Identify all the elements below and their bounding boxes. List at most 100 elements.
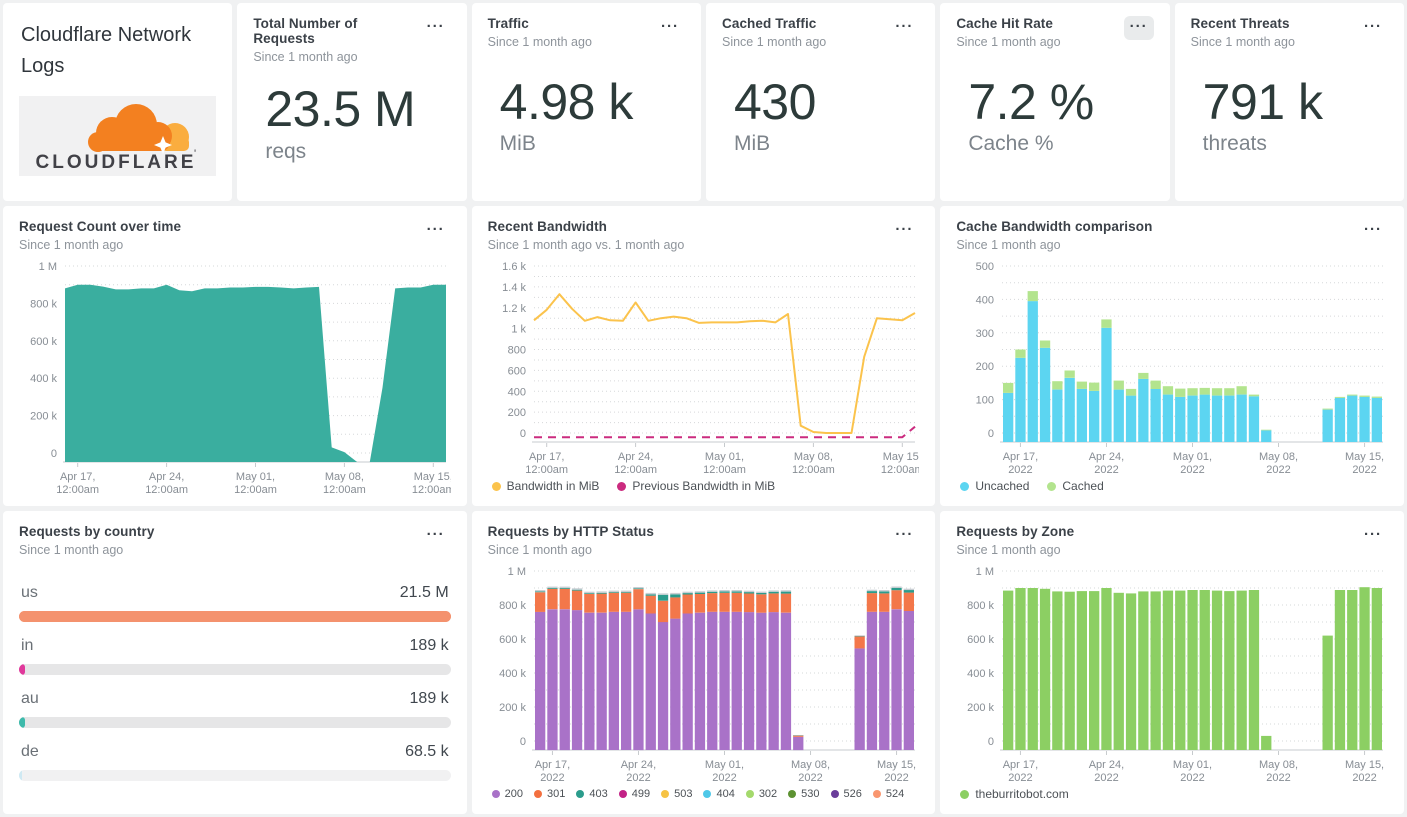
svg-text:2022: 2022 (1095, 464, 1119, 476)
svg-text:400: 400 (507, 386, 525, 398)
legend-label: theburritobot.com (975, 787, 1068, 801)
panel-recent-threats: Recent Threats Since 1 month ago ··· 791… (1175, 3, 1404, 201)
legend-item-503[interactable]: 503 (661, 788, 692, 800)
ellipsis-icon[interactable]: ··· (1358, 524, 1388, 548)
stat-unit: MiB (734, 132, 919, 156)
legend-item-previous-bandwidth-in-mib[interactable]: Previous Bandwidth in MiB (617, 479, 775, 493)
svg-text:12:00am: 12:00am (792, 464, 835, 476)
request-count-svg: 0200 k400 k600 k800 k1 MApr 17,12:00amAp… (19, 256, 451, 496)
legend-label: Previous Bandwidth in MiB (632, 479, 775, 493)
legend-item-403[interactable]: 403 (576, 788, 607, 800)
legend-item-cached[interactable]: Cached (1047, 479, 1103, 493)
legend-label: 404 (716, 788, 734, 800)
legend-item-524[interactable]: 524 (873, 788, 904, 800)
svg-text:0: 0 (988, 428, 994, 440)
ellipsis-icon[interactable]: ··· (421, 16, 451, 40)
country-label: in (21, 637, 33, 655)
svg-text:2022: 2022 (1353, 464, 1377, 476)
ellipsis-icon[interactable]: ··· (889, 219, 919, 243)
svg-text:2022: 2022 (1095, 772, 1119, 784)
ellipsis-icon[interactable]: ··· (421, 219, 451, 243)
svg-text:12:00am: 12:00am (412, 484, 451, 496)
legend-dot (617, 482, 626, 491)
legend-label: Uncached (975, 479, 1029, 493)
country-label: us (21, 584, 38, 602)
legend-dot (619, 790, 627, 798)
legend-item-530[interactable]: 530 (788, 788, 819, 800)
legend-dot (746, 790, 754, 798)
country-row-us: us21.5 M (19, 584, 451, 622)
legend-dot (661, 790, 669, 798)
panel-title: Requests by Zone (956, 524, 1074, 539)
legend-label: 503 (674, 788, 692, 800)
svg-text:Apr 17,: Apr 17, (60, 471, 95, 483)
panel-title: Total Number of Requests (253, 16, 420, 46)
svg-text:200: 200 (976, 361, 994, 373)
svg-text:2022: 2022 (540, 772, 564, 784)
svg-text:600 k: 600 k (30, 336, 57, 348)
panel-subtitle: Since 1 month ago (956, 238, 1152, 252)
panel-subtitle: Since 1 month ago (956, 543, 1074, 557)
requests-by-zone-legend: theburritobot.com (956, 784, 1388, 804)
legend-item-theburritobot.com[interactable]: theburritobot.com (960, 787, 1068, 801)
legend-item-499[interactable]: 499 (619, 788, 650, 800)
svg-text:0: 0 (520, 428, 526, 440)
cache-bandwidth-chart[interactable]: 0100200300400500Apr 17,2022Apr 24,2022Ma… (956, 256, 1388, 476)
panel-subtitle: Since 1 month ago (488, 543, 654, 557)
legend-dot (703, 790, 711, 798)
ellipsis-icon[interactable]: ··· (889, 16, 919, 40)
panel-request-count: Request Count over time Since 1 month ag… (3, 206, 467, 506)
requests-by-zone-chart[interactable]: 0200 k400 k600 k800 k1 MApr 17,2022Apr 2… (956, 561, 1388, 784)
country-row-au: au189 k (19, 690, 451, 728)
requests-by-http-status-chart[interactable]: 0200 k400 k600 k800 k1 MApr 17,2022Apr 2… (488, 561, 920, 784)
svg-text:12:00am: 12:00am (234, 484, 277, 496)
panel-subtitle: Since 1 month ago (19, 543, 154, 557)
country-bar-track[interactable] (19, 770, 451, 781)
legend-item-301[interactable]: 301 (534, 788, 565, 800)
legend-dot (534, 790, 542, 798)
country-bar-track[interactable] (19, 611, 451, 622)
svg-text:1 M: 1 M (976, 566, 994, 578)
recent-bandwidth-legend: Bandwidth in MiB Previous Bandwidth in Mi… (488, 476, 920, 496)
ellipsis-icon[interactable]: ··· (421, 524, 451, 548)
svg-text:0: 0 (520, 736, 526, 748)
legend-dot (831, 790, 839, 798)
panel-subtitle: Since 1 month ago vs. 1 month ago (488, 238, 685, 252)
country-bar-track[interactable] (19, 664, 451, 675)
legend-item-bandwidth-in-mib[interactable]: Bandwidth in MiB (492, 479, 600, 493)
ellipsis-icon[interactable]: ··· (1124, 16, 1154, 40)
ellipsis-icon[interactable]: ··· (655, 16, 685, 40)
legend-item-404[interactable]: 404 (703, 788, 734, 800)
legend-item-200[interactable]: 200 (492, 788, 523, 800)
country-value: 189 k (410, 637, 449, 655)
recent-bandwidth-chart[interactable]: 02004006008001 k1.2 k1.4 k1.6 kApr 17,12… (488, 256, 920, 476)
country-label: de (21, 743, 39, 761)
svg-text:200 k: 200 k (967, 702, 994, 714)
stat-value: 791 k (1203, 76, 1388, 129)
legend-item-302[interactable]: 302 (746, 788, 777, 800)
country-bar-fill (19, 664, 25, 675)
svg-text:12:00am: 12:00am (56, 484, 99, 496)
ellipsis-icon[interactable]: ··· (889, 524, 919, 548)
svg-text:100: 100 (976, 395, 994, 407)
svg-text:2022: 2022 (1181, 464, 1205, 476)
svg-text:12:00am: 12:00am (323, 484, 366, 496)
recent-bandwidth-svg: 02004006008001 k1.2 k1.4 k1.6 kApr 17,12… (488, 256, 920, 476)
cloudflare-logo-text: CLOUDFLARE (35, 152, 196, 173)
svg-text:Apr 17,: Apr 17, (1003, 451, 1038, 463)
ellipsis-icon[interactable]: ··· (1358, 219, 1388, 243)
ellipsis-icon[interactable]: ··· (1358, 16, 1388, 40)
panel-title: Requests by country (19, 524, 154, 539)
request-count-chart[interactable]: 0200 k400 k600 k800 k1 MApr 17,12:00amAp… (19, 256, 451, 496)
panel-title: Recent Threats (1191, 16, 1295, 31)
legend-item-uncached[interactable]: Uncached (960, 479, 1029, 493)
svg-text:May 01,: May 01, (1173, 759, 1212, 771)
legend-item-526[interactable]: 526 (831, 788, 862, 800)
svg-text:2022: 2022 (1267, 772, 1291, 784)
svg-text:2022: 2022 (1267, 464, 1291, 476)
svg-text:Apr 24,: Apr 24, (1089, 451, 1124, 463)
svg-text:400 k: 400 k (499, 668, 526, 680)
country-bar-track[interactable] (19, 717, 451, 728)
svg-text:800: 800 (507, 345, 525, 357)
svg-text:May 15,: May 15, (414, 471, 451, 483)
